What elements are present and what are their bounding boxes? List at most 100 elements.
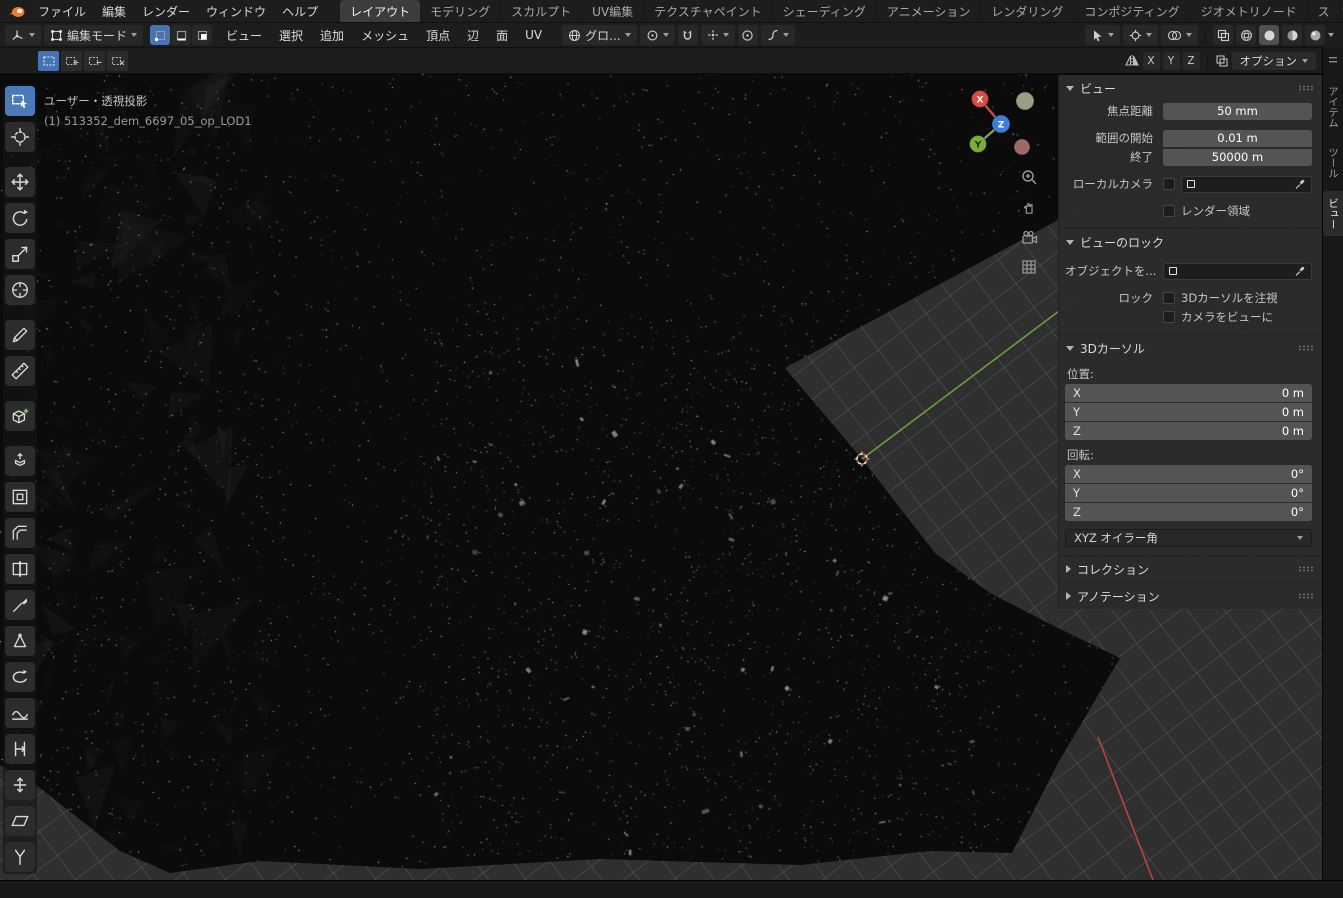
- snap-toggle-button[interactable]: [678, 25, 698, 45]
- workspace-tab-compositing[interactable]: コンポジティング: [1074, 0, 1190, 22]
- tool-shear[interactable]: [5, 806, 35, 836]
- menu-uv[interactable]: UV: [518, 28, 549, 42]
- menu-mesh[interactable]: メッシュ: [354, 27, 416, 44]
- selectmode-set-button[interactable]: [38, 51, 59, 71]
- cursor-rotation-y-field[interactable]: Y 0°: [1065, 484, 1312, 502]
- proportional-falloff-dropdown[interactable]: [761, 25, 795, 45]
- workspace-tab-texture-paint[interactable]: テクスチャペイント: [644, 0, 773, 22]
- mode-selector[interactable]: 編集モード: [44, 25, 143, 45]
- shading-wireframe-button[interactable]: [1236, 25, 1256, 45]
- section-view-header[interactable]: ビュー: [1059, 77, 1322, 99]
- clip-start-field[interactable]: 0.01 m: [1163, 130, 1312, 147]
- edge-select-button[interactable]: [171, 25, 191, 45]
- tool-transform[interactable]: [5, 275, 35, 305]
- options-dropdown[interactable]: オプション: [1232, 52, 1317, 70]
- workspace-tab-rendering[interactable]: レンダリング: [981, 0, 1074, 22]
- tool-select-box[interactable]: [5, 86, 35, 116]
- tool-spin[interactable]: [5, 662, 35, 692]
- tool-bevel[interactable]: [5, 518, 35, 548]
- tool-scale[interactable]: [5, 239, 35, 269]
- region-menu-icon[interactable]: [1328, 55, 1338, 65]
- rotation-mode-dropdown[interactable]: XYZ オイラー角: [1065, 529, 1312, 547]
- shading-rendered-button[interactable]: [1305, 25, 1325, 45]
- menu-edit[interactable]: 編集: [94, 1, 134, 22]
- local-camera-object-field[interactable]: [1181, 176, 1312, 193]
- menu-window[interactable]: ウィンドウ: [198, 1, 274, 22]
- selectmode-subtract-button[interactable]: [84, 51, 105, 71]
- mirror-z-button[interactable]: Z: [1183, 52, 1200, 70]
- sidebar-tab-tool[interactable]: ツール: [1323, 140, 1343, 186]
- section-view-lock-header[interactable]: ビューのロック: [1059, 231, 1322, 253]
- ortho-toggle-button[interactable]: [1019, 257, 1039, 277]
- workspace-tab-animation[interactable]: アニメーション: [877, 0, 982, 22]
- menu-help[interactable]: ヘルプ: [274, 1, 326, 22]
- menu-add[interactable]: 追加: [313, 27, 351, 44]
- workspace-tab-layout[interactable]: レイアウト: [340, 0, 420, 22]
- pivot-point-dropdown[interactable]: [640, 25, 675, 45]
- sidebar-tab-item[interactable]: アイテム: [1323, 79, 1343, 135]
- workspace-tab-modeling[interactable]: モデリング: [420, 0, 501, 22]
- clip-end-field[interactable]: 50000 m: [1163, 149, 1312, 166]
- chevron-down-icon[interactable]: [1328, 33, 1334, 37]
- tool-measure[interactable]: [5, 356, 35, 386]
- local-camera-checkbox[interactable]: [1163, 178, 1175, 190]
- workspace-tab-sculpting[interactable]: スカルプト: [501, 0, 582, 22]
- tool-poly-build[interactable]: [5, 626, 35, 656]
- zoom-button[interactable]: [1019, 167, 1039, 187]
- snap-target-dropdown[interactable]: [701, 25, 735, 45]
- menu-vertex[interactable]: 頂点: [419, 27, 457, 44]
- tool-edge-slide[interactable]: [5, 734, 35, 764]
- tool-shrink-fatten[interactable]: [5, 770, 35, 800]
- viewport-3d[interactable]: ユーザー・透視投影 (1) 513352_dem_6697_05_op_LOD1…: [0, 73, 1322, 880]
- menu-file[interactable]: ファイル: [30, 1, 94, 22]
- face-select-button[interactable]: [192, 25, 212, 45]
- menu-select[interactable]: 選択: [272, 27, 310, 44]
- tool-rotate[interactable]: [5, 203, 35, 233]
- xray-toggle-button[interactable]: [1213, 25, 1233, 45]
- workspace-tab-uv[interactable]: UV編集: [582, 0, 644, 22]
- menu-face[interactable]: 面: [489, 27, 515, 44]
- gizmos-dropdown[interactable]: [1123, 25, 1158, 45]
- lock-object-field[interactable]: [1163, 263, 1312, 280]
- focal-length-field[interactable]: 50 mm: [1163, 103, 1312, 120]
- render-region-checkbox[interactable]: [1163, 205, 1175, 217]
- pan-button[interactable]: [1019, 197, 1039, 217]
- drag-grip-icon[interactable]: [1298, 84, 1314, 92]
- tool-move[interactable]: [5, 167, 35, 197]
- tool-smooth[interactable]: [5, 698, 35, 728]
- camera-to-view-checkbox[interactable]: [1163, 311, 1175, 323]
- lock-3d-cursor-checkbox[interactable]: [1163, 292, 1175, 304]
- menu-edge[interactable]: 辺: [460, 27, 486, 44]
- tool-add-cube[interactable]: [5, 401, 35, 431]
- drag-grip-icon[interactable]: [1298, 592, 1314, 600]
- overlays-dropdown[interactable]: [1161, 25, 1198, 45]
- tool-knife[interactable]: [5, 590, 35, 620]
- cursor-rotation-z-field[interactable]: Z 0°: [1065, 503, 1312, 521]
- eyedropper-icon[interactable]: [1294, 178, 1306, 190]
- workspace-tab-geometry-nodes[interactable]: ジオメトリノード: [1191, 0, 1308, 22]
- gizmo-axis-neg-y[interactable]: [1016, 92, 1034, 110]
- tool-annotate[interactable]: [5, 320, 35, 350]
- workspace-tab-scripting-partial[interactable]: ス: [1308, 0, 1341, 22]
- tool-inset-faces[interactable]: [5, 482, 35, 512]
- gizmo-axis-neg-x[interactable]: [1014, 139, 1030, 155]
- workspace-tab-shading[interactable]: シェーディング: [773, 0, 877, 22]
- vertex-select-button[interactable]: [150, 25, 170, 45]
- navigation-gizmo[interactable]: X Y Z: [940, 87, 1050, 161]
- cursor-location-y-field[interactable]: Y0 m: [1065, 403, 1312, 421]
- drag-grip-icon[interactable]: [1298, 344, 1314, 352]
- eyedropper-icon[interactable]: [1294, 265, 1306, 277]
- blender-logo-icon[interactable]: [8, 2, 26, 20]
- selectmode-extend-button[interactable]: [61, 51, 82, 71]
- drag-grip-icon[interactable]: [1298, 565, 1314, 573]
- camera-view-button[interactable]: [1019, 227, 1039, 247]
- shading-solid-button[interactable]: [1259, 25, 1279, 45]
- mirror-y-button[interactable]: Y: [1163, 52, 1180, 70]
- tool-cursor[interactable]: [5, 122, 35, 152]
- proportional-edit-toggle[interactable]: [738, 25, 758, 45]
- editor-type-button[interactable]: [5, 25, 41, 45]
- cursor-rotation-x-field[interactable]: X 0°: [1065, 465, 1312, 483]
- cursor-location-x-field[interactable]: X0 m: [1065, 384, 1312, 402]
- section-collections-header[interactable]: コレクション: [1059, 558, 1322, 580]
- tool-extrude-region[interactable]: [5, 446, 35, 476]
